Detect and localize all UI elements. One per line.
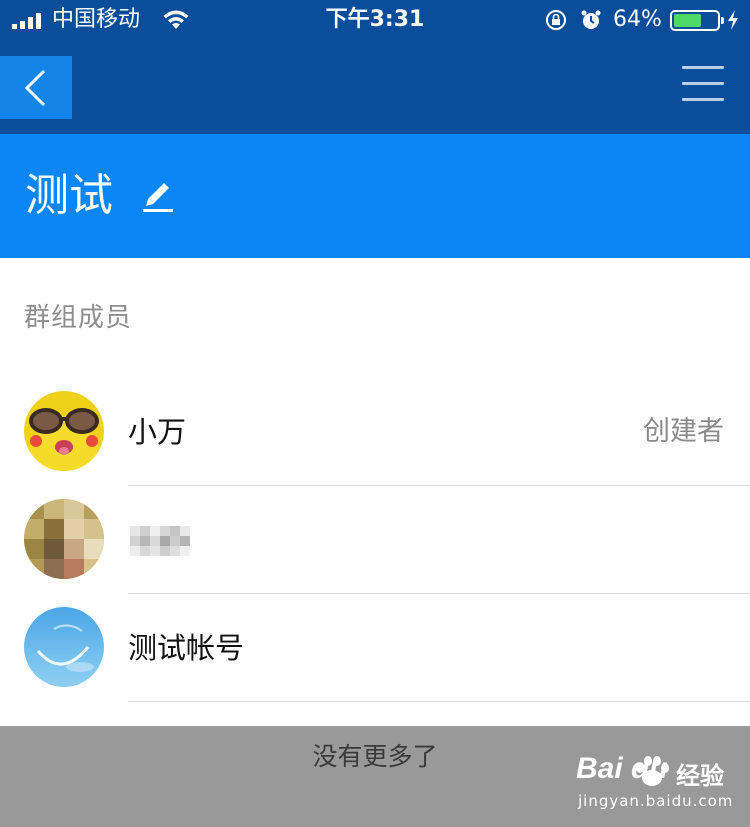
- chevron-left-icon: [24, 69, 46, 107]
- member-row[interactable]: 小万 创建者: [0, 378, 750, 486]
- battery-percent: 64%: [613, 7, 662, 32]
- baidu-jingyan-watermark: Bai du 经验 jingyan.baidu.com: [572, 748, 740, 818]
- nav-bar: [0, 40, 750, 134]
- charging-icon: [728, 10, 738, 30]
- battery-icon: [670, 10, 724, 31]
- group-title: 测试: [25, 170, 113, 221]
- member-name: 测试帐号: [128, 631, 245, 665]
- alarm-icon: [581, 10, 601, 29]
- member-row[interactable]: [0, 486, 750, 594]
- row-divider: [128, 701, 750, 702]
- list-footer: 没有更多了 Bai du 经验 jingyan.baidu.com: [0, 726, 750, 827]
- group-header: 测试: [0, 134, 750, 258]
- watermark-cn: 经验: [676, 762, 724, 790]
- paw-icon: [636, 756, 669, 786]
- member-role-badge: 创建者: [643, 416, 724, 447]
- back-button[interactable]: [0, 56, 72, 119]
- status-bar: 中国移动 下午3:31 64%: [0, 0, 750, 40]
- pencil-icon[interactable]: [140, 178, 176, 214]
- sky-avatar: [24, 607, 104, 687]
- rotation-lock-icon: [546, 10, 566, 30]
- pixelated-avatar: [24, 499, 104, 579]
- watermark-url: jingyan.baidu.com: [578, 792, 734, 810]
- pikachu-sunglasses-avatar: [24, 391, 104, 471]
- section-label-members: 群组成员: [24, 303, 133, 333]
- pixelated-member-name: [130, 524, 192, 558]
- member-name: 小万: [128, 415, 187, 449]
- member-row[interactable]: 测试帐号: [0, 594, 750, 702]
- hamburger-menu-icon[interactable]: [682, 62, 726, 104]
